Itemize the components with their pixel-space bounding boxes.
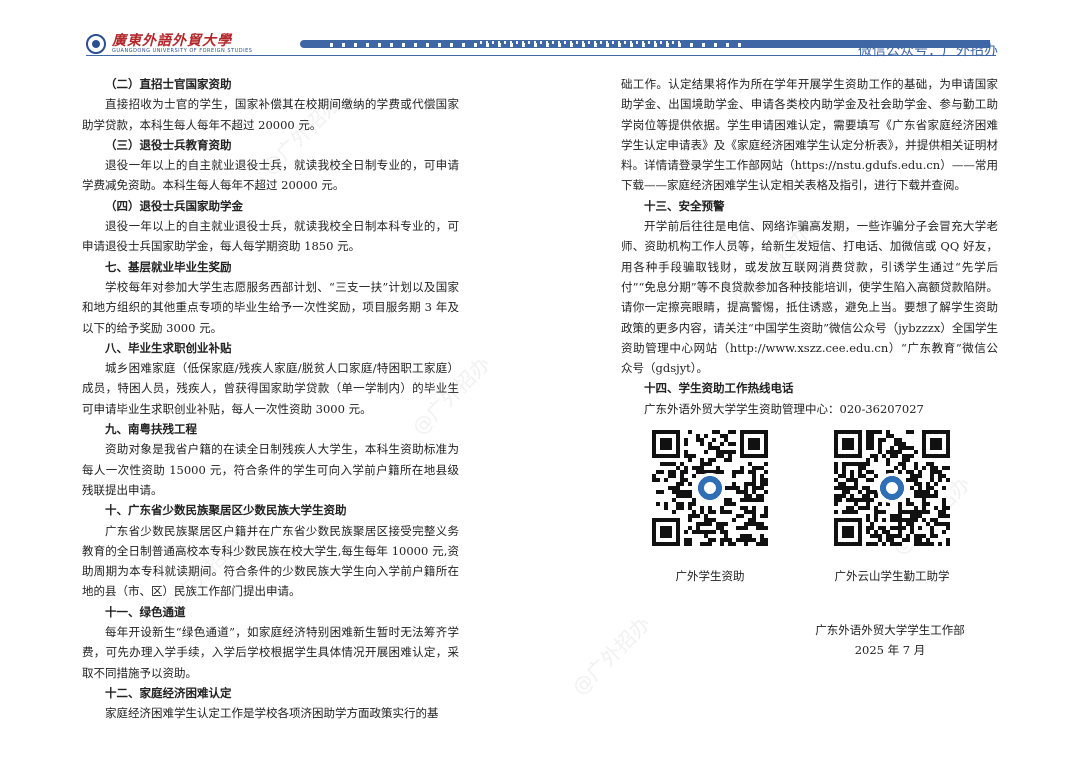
section-body: 家庭经济困难学生认定工作是学校各项济困助学方面政策实行的基 [105, 706, 439, 721]
left-column: （二）直招士官国家资助 直接招收为士官的学生，国家补偿其在校期间缴纳的学费或代偿… [82, 74, 459, 724]
section-body: 开学前后往往是电信、网络诈骗高发期，一些诈骗分子会冒充大学老师、资助机构工作人员… [621, 219, 998, 376]
section-title: 十三、安全预警 [644, 198, 725, 213]
qr-code-student-aid[interactable] [652, 430, 768, 546]
section-title: 十、广东省少数民族聚居区少数民族大学生资助 [105, 503, 347, 518]
qr-label: 广外学生资助 [675, 569, 745, 583]
section-body: 学校每年对参加大学生志愿服务西部计划、“三支一扶”计划以及国家和地方组织的其他重… [82, 279, 459, 335]
section-title: （二）直招士官国家资助 [105, 77, 232, 91]
logo-text: 廣東外語外貿大學 [112, 33, 232, 49]
section-title: （三）退役士兵教育资助 [105, 137, 232, 152]
signature-block: 广东外语外贸大学学生工作部 2025 年 7 月 [790, 620, 990, 660]
section-title: 十四、学生资助工作热线电话 [644, 381, 794, 396]
section-body: 城乡困难家庭（低保家庭/残疾人家庭/脱贫人口家庭/特困职工家庭）成员，特困人员，… [82, 361, 459, 416]
university-logo: 廣東外語外貿大學 GUANGDONG UNIVERSITY OF FOREIGN… [86, 34, 252, 54]
section-title: 十一、绿色通道 [105, 604, 186, 619]
right-column: 础工作。认定结果将作为所在学年开展学生资助工作的基础，为申请国家助学金、出国境助… [621, 74, 998, 419]
section-body: 资助对象是我省户籍的在读全日制残疾人大学生，本科生资助标准为每人一次性资助 15… [82, 442, 459, 497]
signature-org: 广东外语外贸大学学生工作部 [815, 623, 965, 637]
qr-label: 广外云山学生勤工助学 [834, 569, 950, 583]
section-title: （四）退役士兵国家助学金 [105, 198, 243, 213]
wechat-account: 微信公众号：广外招办 [858, 43, 998, 59]
header-band-pattern-2 [480, 41, 680, 44]
qr-code-work-study[interactable] [834, 430, 950, 546]
section-title: 九、南粤扶残工程 [105, 422, 197, 437]
section-title: 七、基层就业毕业生奖励 [105, 259, 232, 274]
section-body: 直接招收为士官的学生，国家补偿其在校期间缴纳的学费或代偿国家助学贷款，本科生每人… [82, 97, 459, 132]
university-seal-icon [86, 34, 106, 54]
signature-date: 2025 年 7 月 [854, 643, 926, 657]
section-title: 八、毕业生求职创业补贴 [105, 340, 232, 355]
section-body: 广东省少数民族聚居区户籍并在广东省少数民族聚居区接受完整义务教育的全日制普通高校… [82, 523, 459, 599]
section-body: 每年开设新生“绿色通道”，如家庭经济特别困难新生暂时无法筹齐学费，可先办理入学手… [82, 625, 459, 680]
watermark: @广外招办 [567, 611, 655, 700]
section-body: 退役一年以上的自主就业退役士兵，就读我校全日制本科专业的，可申请退役士兵国家助学… [82, 219, 459, 254]
qr-code-area: 广外学生资助 广外云山学生勤工助学 [640, 430, 980, 590]
page-header: 廣東外語外貿大學 GUANGDONG UNIVERSITY OF FOREIGN… [0, 0, 1080, 62]
section-body: 退役一年以上的自主就业退役士兵，就读我校全日制专业的，可申请学费减免资助。本科生… [82, 158, 459, 193]
logo-subtext: GUANGDONG UNIVERSITY OF FOREIGN STUDIES [112, 48, 253, 54]
section-title: 十二、家庭经济困难认定 [105, 685, 232, 700]
section-body-continued: 础工作。认定结果将作为所在学年开展学生资助工作的基础，为申请国家助学金、出国境助… [621, 77, 998, 193]
hotline-text: 广东外语外贸大学学生资助管理中心：020-36207027 [644, 401, 924, 416]
